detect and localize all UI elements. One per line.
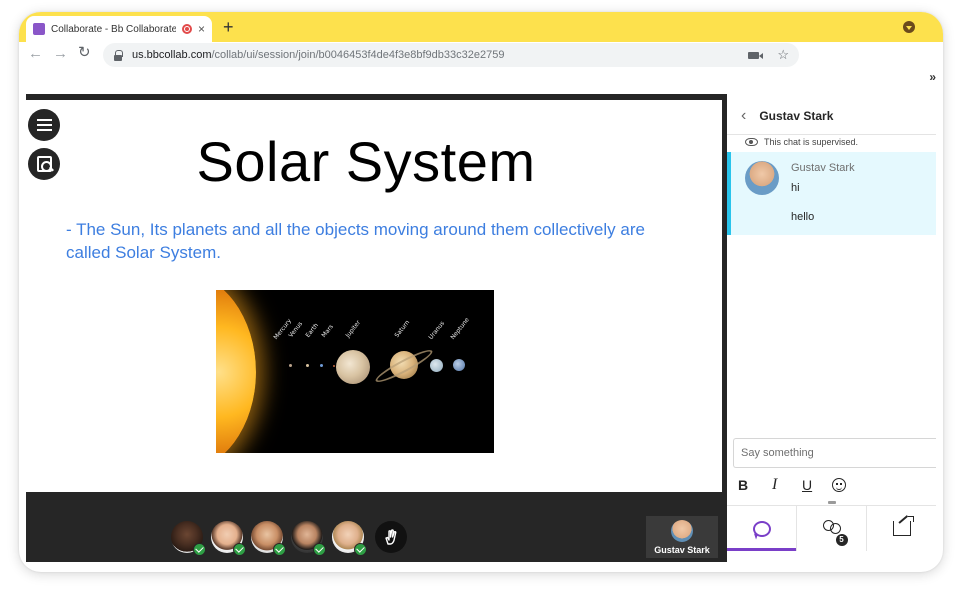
tab-strip: Collaborate - Bb Collaborate × + <box>19 12 943 42</box>
planet-mars <box>333 365 335 367</box>
collaborate-favicon-icon <box>33 23 45 35</box>
planet-label-uranus: Uranus <box>427 319 447 341</box>
planet-label-mars: Mars <box>320 323 335 339</box>
chat-icon <box>752 520 771 537</box>
back-arrow-icon[interactable]: ← <box>28 46 43 62</box>
emoji-icon[interactable] <box>832 478 846 492</box>
sun-image <box>216 290 256 453</box>
planet-label-neptune: Neptune <box>449 316 471 341</box>
check-icon <box>313 543 326 556</box>
share-content-icon <box>892 516 914 536</box>
chat-message: Gustav Stark hi hello <box>727 152 936 235</box>
chat-header: ‹ Gustav Stark <box>727 106 936 126</box>
drag-handle[interactable] <box>827 501 836 504</box>
attendee-avatar[interactable] <box>332 521 367 556</box>
avatar <box>745 161 779 195</box>
url-text[interactable]: us.bbcollab.com/collab/ui/session/join/b… <box>132 49 748 61</box>
message-author: Gustav Stark <box>791 162 855 174</box>
planet-label-earth: Earth <box>304 322 320 339</box>
check-icon <box>193 543 206 556</box>
italic-button[interactable]: I <box>772 477 777 493</box>
avatar <box>671 520 693 542</box>
chevron-left-icon[interactable]: ‹ <box>741 108 746 124</box>
planet-label-jupiter: Jupiter <box>344 319 363 339</box>
planet-mercury <box>289 364 292 367</box>
raise-hand-icon <box>385 529 397 545</box>
eye-icon <box>745 138 758 146</box>
tab-close-icon[interactable]: × <box>198 23 205 35</box>
supervised-notice: This chat is supervised. <box>745 137 858 147</box>
recording-icon <box>181 24 192 34</box>
planet-venus <box>306 364 309 367</box>
my-name-label: Gustav Stark <box>654 545 710 555</box>
raise-hand-button[interactable] <box>375 521 407 553</box>
chat-title: Gustav Stark <box>759 109 834 123</box>
attendee-avatar[interactable] <box>171 521 206 556</box>
attendee-avatar[interactable] <box>211 521 246 556</box>
check-icon <box>354 543 367 556</box>
supervised-text: This chat is supervised. <box>764 137 859 147</box>
star-icon[interactable]: ☆ <box>777 48 789 61</box>
content-stage: Solar System - The Sun, Its planets and … <box>26 100 722 492</box>
chat-panel: ‹ Gustav Stark This chat is supervised. … <box>727 94 936 562</box>
menu-icon <box>36 124 52 126</box>
reload-icon[interactable]: ↻ <box>78 45 91 61</box>
planet-neptune <box>453 359 465 371</box>
planet-label-mercury: Mercury <box>272 317 293 341</box>
browser-toolbar: ← → ↻ us.bbcollab.com/collab/ui/session/… <box>19 42 943 88</box>
attendees-icon: 5 <box>822 519 848 546</box>
address-bar[interactable]: us.bbcollab.com/collab/ui/session/join/b… <box>103 43 799 67</box>
extensions-overflow-button[interactable]: » <box>929 70 936 84</box>
message-input[interactable]: Say something <box>733 438 936 468</box>
new-tab-button[interactable]: + <box>223 18 234 36</box>
panel-tabs: 5 <box>727 501 936 551</box>
lock-icon[interactable] <box>113 49 123 61</box>
url-path: /collab/ui/session/join/b0046453f4de4f3e… <box>211 49 505 61</box>
message-text: hello <box>791 211 815 223</box>
solar-system-image: Mercury Venus Earth Mars Jupiter Saturn … <box>216 290 494 453</box>
attendee-avatar[interactable] <box>251 521 286 556</box>
attendee-count-badge: 5 <box>835 533 848 546</box>
underline-button[interactable]: U <box>802 477 812 493</box>
check-icon <box>233 543 246 556</box>
message-text: hi <box>791 182 800 194</box>
profile-icon[interactable] <box>903 21 915 33</box>
browser-window: Collaborate - Bb Collaborate × + ← → ↻ u… <box>19 12 943 572</box>
planet-label-saturn: Saturn <box>393 319 412 339</box>
browser-tab[interactable]: Collaborate - Bb Collaborate × <box>26 16 212 42</box>
tab-attendees[interactable]: 5 <box>796 501 866 551</box>
tab-share-content[interactable] <box>866 506 936 551</box>
planet-earth <box>320 364 323 367</box>
slide-title: Solar System <box>196 130 536 193</box>
slide-bullet: - The Sun, Its planets and all the objec… <box>66 220 645 262</box>
planet-uranus <box>430 359 443 372</box>
forward-arrow-icon[interactable]: → <box>53 46 68 62</box>
check-icon <box>273 543 286 556</box>
url-host: us.bbcollab.com <box>132 49 212 61</box>
bold-button[interactable]: B <box>738 477 748 493</box>
tab-chat[interactable] <box>727 506 796 551</box>
collaborate-app: Solar System - The Sun, Its planets and … <box>26 94 936 562</box>
divider <box>727 134 936 135</box>
attendee-avatar[interactable] <box>291 521 326 556</box>
tab-title: Collaborate - Bb Collaborate <box>51 23 176 35</box>
camera-icon[interactable] <box>748 51 764 59</box>
my-video-tile[interactable]: Gustav Stark <box>646 516 718 558</box>
planet-jupiter <box>336 350 370 384</box>
